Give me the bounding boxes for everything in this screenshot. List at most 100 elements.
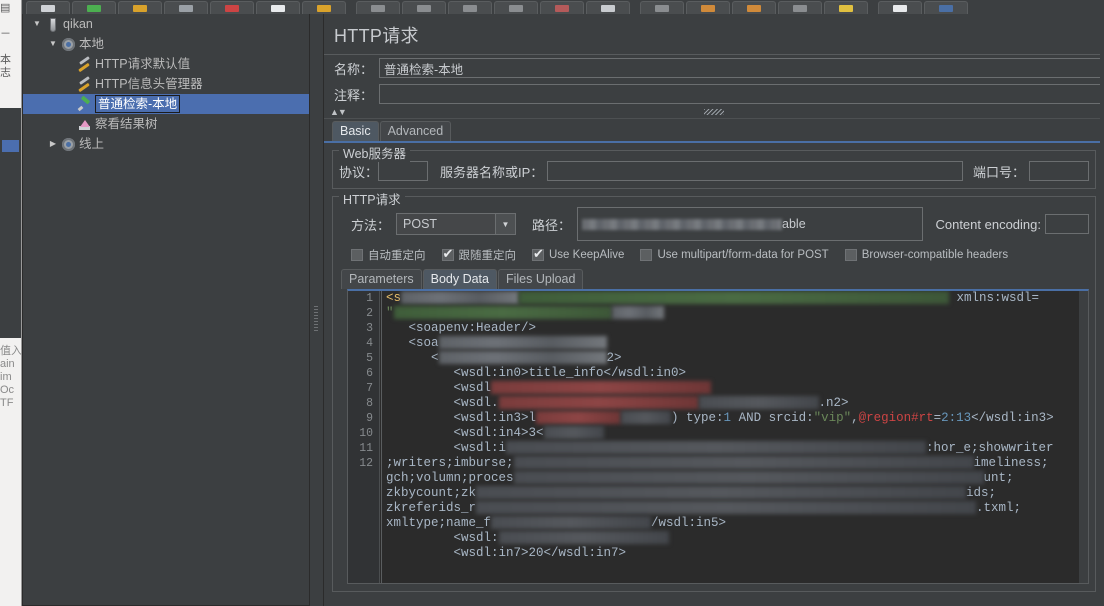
main-toolbar[interactable] xyxy=(22,0,1104,14)
redacted-text xyxy=(513,471,984,485)
jmeter-window: ▤ － 本志 值入 ain im Oc TF ▼ qikan ▼ 本地 HTTP请求默认值 HTT… xyxy=(0,0,1104,606)
code-line: zkbycount;zk ids; xyxy=(386,486,1088,501)
toolbar-shutdown-button[interactable] xyxy=(824,1,868,14)
checkbox-item[interactable]: Use multipart/form-data for POST xyxy=(640,249,829,261)
code-token: <wsdl:i xyxy=(386,441,507,455)
collapse-bar[interactable]: ▲▼ xyxy=(324,107,1104,119)
toolbar-collapse-button[interactable] xyxy=(540,1,584,14)
tab-parameters[interactable]: Parameters xyxy=(341,269,422,289)
clear-all-icon xyxy=(939,5,953,12)
tree-node-label: 本地 xyxy=(79,37,105,51)
method-path-row: 方法： POST ▼ 路径： able Content encoding: xyxy=(339,207,1089,241)
content-encoding-input[interactable] xyxy=(1045,214,1089,234)
checkbox-unchecked-icon[interactable] xyxy=(844,249,857,261)
background-selection xyxy=(2,140,19,152)
open-recent-icon xyxy=(317,5,331,12)
name-row: 名称： xyxy=(324,55,1104,81)
tab-files-upload[interactable]: Files Upload xyxy=(497,269,584,289)
redacted-text xyxy=(498,531,669,545)
toolbar-clear-button[interactable] xyxy=(878,1,922,14)
code-token: imeliness; xyxy=(973,456,1049,470)
port-label: 端口号： xyxy=(972,164,1025,180)
wrench-icon xyxy=(77,77,92,92)
tree-node[interactable]: HTTP请求默认值 xyxy=(23,54,309,74)
tree-node[interactable]: ▼ 本地 xyxy=(23,34,309,54)
redacted-text xyxy=(621,411,672,425)
method-select[interactable]: POST ▼ xyxy=(396,213,517,235)
twisty-expanded-icon[interactable]: ▼ xyxy=(31,14,43,34)
tree-node-label: HTTP信息头管理器 xyxy=(95,77,203,91)
toolbar-close-button[interactable] xyxy=(164,1,208,14)
collapse-arrows-icon[interactable]: ▲▼ xyxy=(330,107,347,117)
checkbox-label: Use multipart/form-data for POST xyxy=(657,249,829,261)
tree-node[interactable]: 普通检索-本地 xyxy=(23,94,309,114)
toolbar-stop-button[interactable] xyxy=(778,1,822,14)
test-plan-tree[interactable]: ▼ qikan ▼ 本地 HTTP请求默认值 HTTP信息头管理器普通检索-本地察看结果树… xyxy=(22,14,310,606)
path-input[interactable]: able xyxy=(577,207,924,241)
toolbar-cut-button[interactable] xyxy=(356,1,400,14)
code-line: <soapenv:Header/> xyxy=(386,321,1088,336)
protocol-input[interactable] xyxy=(378,161,429,181)
splitter-grip-icon[interactable] xyxy=(314,306,318,332)
basic-advanced-tabs[interactable]: Basic Advanced xyxy=(324,119,1104,141)
code-line: gch;volumn;proces unt; xyxy=(386,471,1088,486)
tree-node-label: 察看结果树 xyxy=(95,117,158,131)
port-input[interactable] xyxy=(1029,161,1089,181)
tab-body-data[interactable]: Body Data xyxy=(422,269,497,289)
toolbar-undo-button[interactable] xyxy=(640,1,684,14)
checkbox-item[interactable]: Use KeepAlive xyxy=(532,246,624,261)
clear-icon xyxy=(893,5,907,12)
checkbox-checked-icon[interactable] xyxy=(532,246,544,261)
editor-scrollbar[interactable] xyxy=(1079,291,1088,583)
toolbar-clear-all-button[interactable] xyxy=(924,1,968,14)
code-line: " xyxy=(386,306,1088,321)
redacted-text xyxy=(519,291,950,305)
tab-basic[interactable]: Basic xyxy=(332,121,379,141)
toolbar-open-recent-button[interactable] xyxy=(302,1,346,14)
twisty-expanded-icon[interactable]: ▼ xyxy=(47,34,59,54)
body-data-editor[interactable]: 1 2 3 4 5 6 7 8 9 10 11 12 <s xmlns:wsdl= " <soapenv… xyxy=(347,289,1089,584)
toolbar-expand-button[interactable] xyxy=(494,1,538,14)
panel-splitter[interactable] xyxy=(310,14,323,606)
drag-dots-icon[interactable] xyxy=(704,109,724,115)
checkbox-unchecked-icon[interactable] xyxy=(351,249,363,261)
toolbar-save-button[interactable] xyxy=(210,1,254,14)
checkbox-unchecked-icon[interactable] xyxy=(640,249,653,261)
toolbar-paste-button[interactable] xyxy=(448,1,492,14)
panel-scrollbar[interactable] xyxy=(1100,14,1104,606)
name-input[interactable] xyxy=(379,58,1104,78)
tree-node[interactable]: 察看结果树 xyxy=(23,114,309,134)
background-window: ▤ － 本志 值入 ain im Oc TF xyxy=(0,0,22,606)
server-input[interactable] xyxy=(547,161,963,181)
toolbar-copy-button[interactable] xyxy=(402,1,446,14)
toolbar-start-no-pause-button[interactable] xyxy=(732,1,776,14)
tab-advanced[interactable]: Advanced xyxy=(379,121,452,141)
checkbox-item[interactable]: 跟随重定向 xyxy=(441,246,516,263)
editor-code[interactable]: <s xmlns:wsdl= " <soapenv:Header/> <soa <… xyxy=(381,291,1088,583)
code-line: <wsdl:i:hor_e;showwriter xyxy=(386,441,1088,456)
tree-node[interactable]: ▼ qikan xyxy=(23,14,309,34)
twisty-collapsed-icon[interactable]: ▶ xyxy=(47,134,59,154)
wrench-icon xyxy=(77,57,92,72)
line-number: 1 xyxy=(366,292,373,305)
body-tabs[interactable]: Parameters Body Data Files Upload xyxy=(339,267,1089,289)
toolbar-new-button[interactable] xyxy=(26,1,70,14)
redacted-text xyxy=(698,396,819,410)
toolbar-start-button[interactable] xyxy=(686,1,730,14)
checkbox-item[interactable]: Browser-compatible headers xyxy=(844,249,1008,261)
comment-row: 注释： xyxy=(324,81,1104,107)
tree-node[interactable]: ▶ 线上 xyxy=(23,134,309,154)
toolbar-toggle-button[interactable] xyxy=(586,1,630,14)
tree-node[interactable]: HTTP信息头管理器 xyxy=(23,74,309,94)
line-number: 10 xyxy=(359,427,373,440)
checkbox-item[interactable]: 自动重定向 xyxy=(351,247,426,263)
code-token: unt; xyxy=(983,471,1014,485)
code-token: xmltype;name_f xyxy=(386,516,492,530)
toolbar-save-as-button[interactable] xyxy=(256,1,300,14)
toolbar-open-button[interactable] xyxy=(118,1,162,14)
chevron-down-icon[interactable]: ▼ xyxy=(495,214,516,234)
comment-input[interactable] xyxy=(379,84,1104,104)
checkbox-checked-icon[interactable] xyxy=(441,246,454,261)
code-line: <s xmlns:wsdl= xyxy=(386,291,1088,306)
toolbar-templates-button[interactable] xyxy=(72,1,116,14)
